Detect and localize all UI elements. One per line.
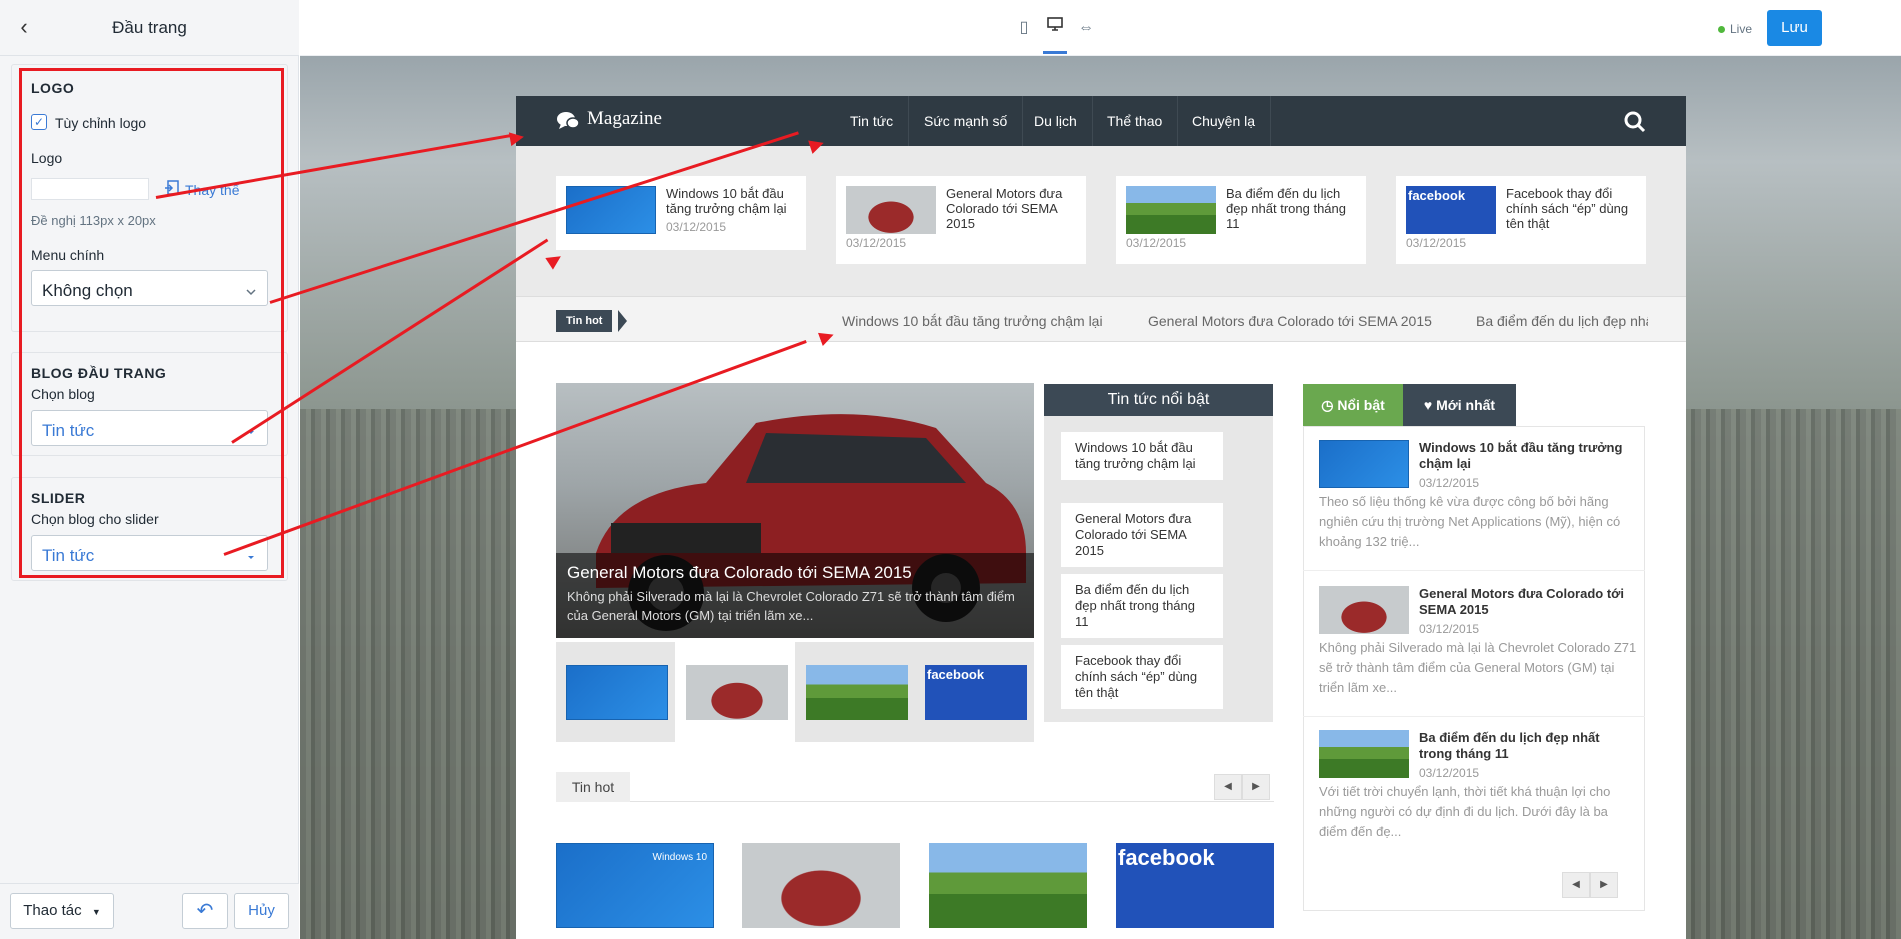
tab-latest[interactable]: ♥ Mới nhất [1403, 384, 1516, 426]
prev-arrow-icon[interactable]: ◀ [1562, 872, 1590, 898]
news-card-title[interactable]: Ba điểm đến du lịch đẹp nhất trong tháng… [1226, 186, 1358, 231]
windows-badge: Windows 10 [652, 852, 707, 863]
post-description: Với tiết trời chuyển lạnh, thời tiết khá… [1319, 784, 1611, 839]
ticker-item[interactable]: Windows 10 bắt đầu tăng trưởng chậm lại [842, 313, 1103, 329]
actions-label: Thao tác [23, 902, 82, 919]
actions-dropdown-button[interactable]: Thao tác ▼ [10, 893, 114, 929]
undo-icon: ↶ [196, 900, 214, 922]
undo-button[interactable]: ↶ [182, 893, 228, 929]
featured-news-title: Tin tức nổi bật [1044, 384, 1273, 416]
chat-bubbles-icon [556, 110, 580, 132]
live-label: Live [1730, 22, 1753, 36]
post-description: Không phải Silverado mà lại là Chevrolet… [1319, 640, 1637, 695]
arrowhead-icon [508, 129, 526, 147]
news-card[interactable]: Ba điểm đến du lịch đẹp nhất trong tháng… [1116, 176, 1366, 264]
post-thumbnail[interactable] [1319, 586, 1409, 634]
ticker-tag: Tin hot [556, 310, 613, 332]
post-divider [1303, 570, 1645, 571]
slider-thumbnail[interactable]: facebook [925, 665, 1027, 720]
news-card[interactable]: facebook Facebook thay đổi chính sách “ép… [1396, 176, 1646, 264]
news-card-date: 03/12/2015 [666, 220, 727, 234]
news-thumbnail: facebook [1406, 186, 1496, 234]
news-card-date: 03/12/2015 [1406, 236, 1467, 250]
prev-arrow-icon[interactable]: ◀ [1214, 774, 1242, 800]
news-card-date: 03/12/2015 [846, 236, 907, 250]
tab-popular[interactable]: ◷ Nổi bật [1303, 384, 1403, 426]
news-card[interactable]: General Motors đưa Colorado tới SEMA 201… [836, 176, 1086, 264]
hot-news-label: Tin hot [556, 772, 630, 802]
site-logo-text[interactable]: Magazine [587, 108, 662, 130]
featured-item[interactable]: Facebook thay đổi chính sách “ép” dùng t… [1061, 645, 1223, 709]
news-thumbnail [1126, 186, 1216, 234]
live-dot-icon [1718, 26, 1725, 33]
slider-thumbnail[interactable] [686, 665, 788, 720]
cancel-button[interactable]: Hủy [234, 893, 289, 929]
article-thumbnail[interactable]: facebook [1116, 843, 1274, 928]
article-thumbnail[interactable]: Windows 10 [556, 843, 714, 928]
sidebar-title: Đầu trang [112, 18, 187, 37]
nav-item[interactable]: Du lịch [1019, 96, 1093, 146]
hero-title[interactable]: General Motors đưa Colorado tới SEMA 201… [567, 563, 912, 583]
hot-news-bar [556, 772, 1274, 802]
nav-item[interactable]: Tin tức [835, 96, 910, 146]
post-date: 03/12/2015 [1419, 622, 1480, 636]
mobile-view-icon[interactable]: ▯ [1012, 16, 1036, 40]
article-thumbnail[interactable] [742, 843, 900, 928]
post-title[interactable]: General Motors đưa Colorado tới SEMA 201… [1419, 586, 1634, 618]
ticker-item[interactable]: Ba điểm đến du lịch đẹp nhấ [1476, 313, 1648, 329]
tab-popular-label: Nổi bật [1337, 397, 1385, 413]
post-thumbnail[interactable] [1319, 440, 1409, 488]
annotation-highlight-box [19, 68, 284, 578]
next-arrow-icon[interactable]: ▶ [1242, 774, 1270, 800]
slider-thumbnail[interactable] [806, 665, 908, 720]
post-date: 03/12/2015 [1419, 766, 1480, 780]
post-title[interactable]: Ba điểm đến du lịch đẹp nhất trong tháng… [1419, 730, 1634, 762]
news-thumbnail [846, 186, 936, 234]
tag-arrow-icon [618, 310, 627, 332]
nav-item[interactable]: Thể thao [1092, 96, 1179, 146]
tab-latest-label: Mới nhất [1436, 397, 1496, 413]
ticker-item[interactable]: General Motors đưa Colorado tới SEMA 201… [1148, 313, 1432, 329]
post-divider [1303, 716, 1645, 717]
featured-item[interactable]: Windows 10 bắt đầu tăng trưởng chậm lại [1061, 432, 1223, 480]
nav-item[interactable]: Sức mạnh số [909, 96, 1024, 146]
next-arrow-icon[interactable]: ▶ [1590, 872, 1618, 898]
clock-icon: ◷ [1321, 397, 1338, 413]
post-thumbnail[interactable] [1319, 730, 1409, 778]
news-card[interactable]: Windows 10 bắt đầu tăng trưởng chậm lại 0… [556, 176, 806, 250]
featured-item[interactable]: Ba điểm đến du lịch đẹp nhất trong tháng… [1061, 574, 1223, 638]
caret-down-icon: ▼ [91, 907, 101, 917]
slider-thumbnail[interactable] [566, 665, 668, 720]
featured-item[interactable]: General Motors đưa Colorado tới SEMA 201… [1061, 503, 1223, 567]
fullwidth-view-icon[interactable]: ⇔ [1074, 16, 1098, 40]
search-icon[interactable] [1624, 111, 1646, 133]
post-title[interactable]: Windows 10 bắt đầu tăng trưởng chậm lại [1419, 440, 1634, 472]
news-card-title[interactable]: Facebook thay đổi chính sách “ép” dùng t… [1506, 186, 1638, 231]
nav-item[interactable]: Chuyện lạ [1177, 96, 1272, 146]
hero-description: Không phải Silverado mà lại là Chevrolet… [567, 589, 1015, 623]
editor-topbar [300, 0, 1901, 56]
post-date: 03/12/2015 [1419, 476, 1480, 490]
desktop-view-icon[interactable] [1043, 16, 1067, 54]
news-card-date: 03/12/2015 [1126, 236, 1187, 250]
save-button[interactable]: Lưu [1767, 10, 1822, 46]
live-status: Live [1718, 22, 1752, 36]
post-description: Theo số liệu thống kê vừa được công bố b… [1319, 494, 1621, 549]
news-card-title[interactable]: General Motors đưa Colorado tới SEMA 201… [946, 186, 1078, 231]
heart-icon: ♥ [1423, 397, 1437, 413]
article-thumbnail[interactable] [929, 843, 1087, 928]
news-card-title[interactable]: Windows 10 bắt đầu tăng trưởng chậm lại [666, 186, 798, 216]
